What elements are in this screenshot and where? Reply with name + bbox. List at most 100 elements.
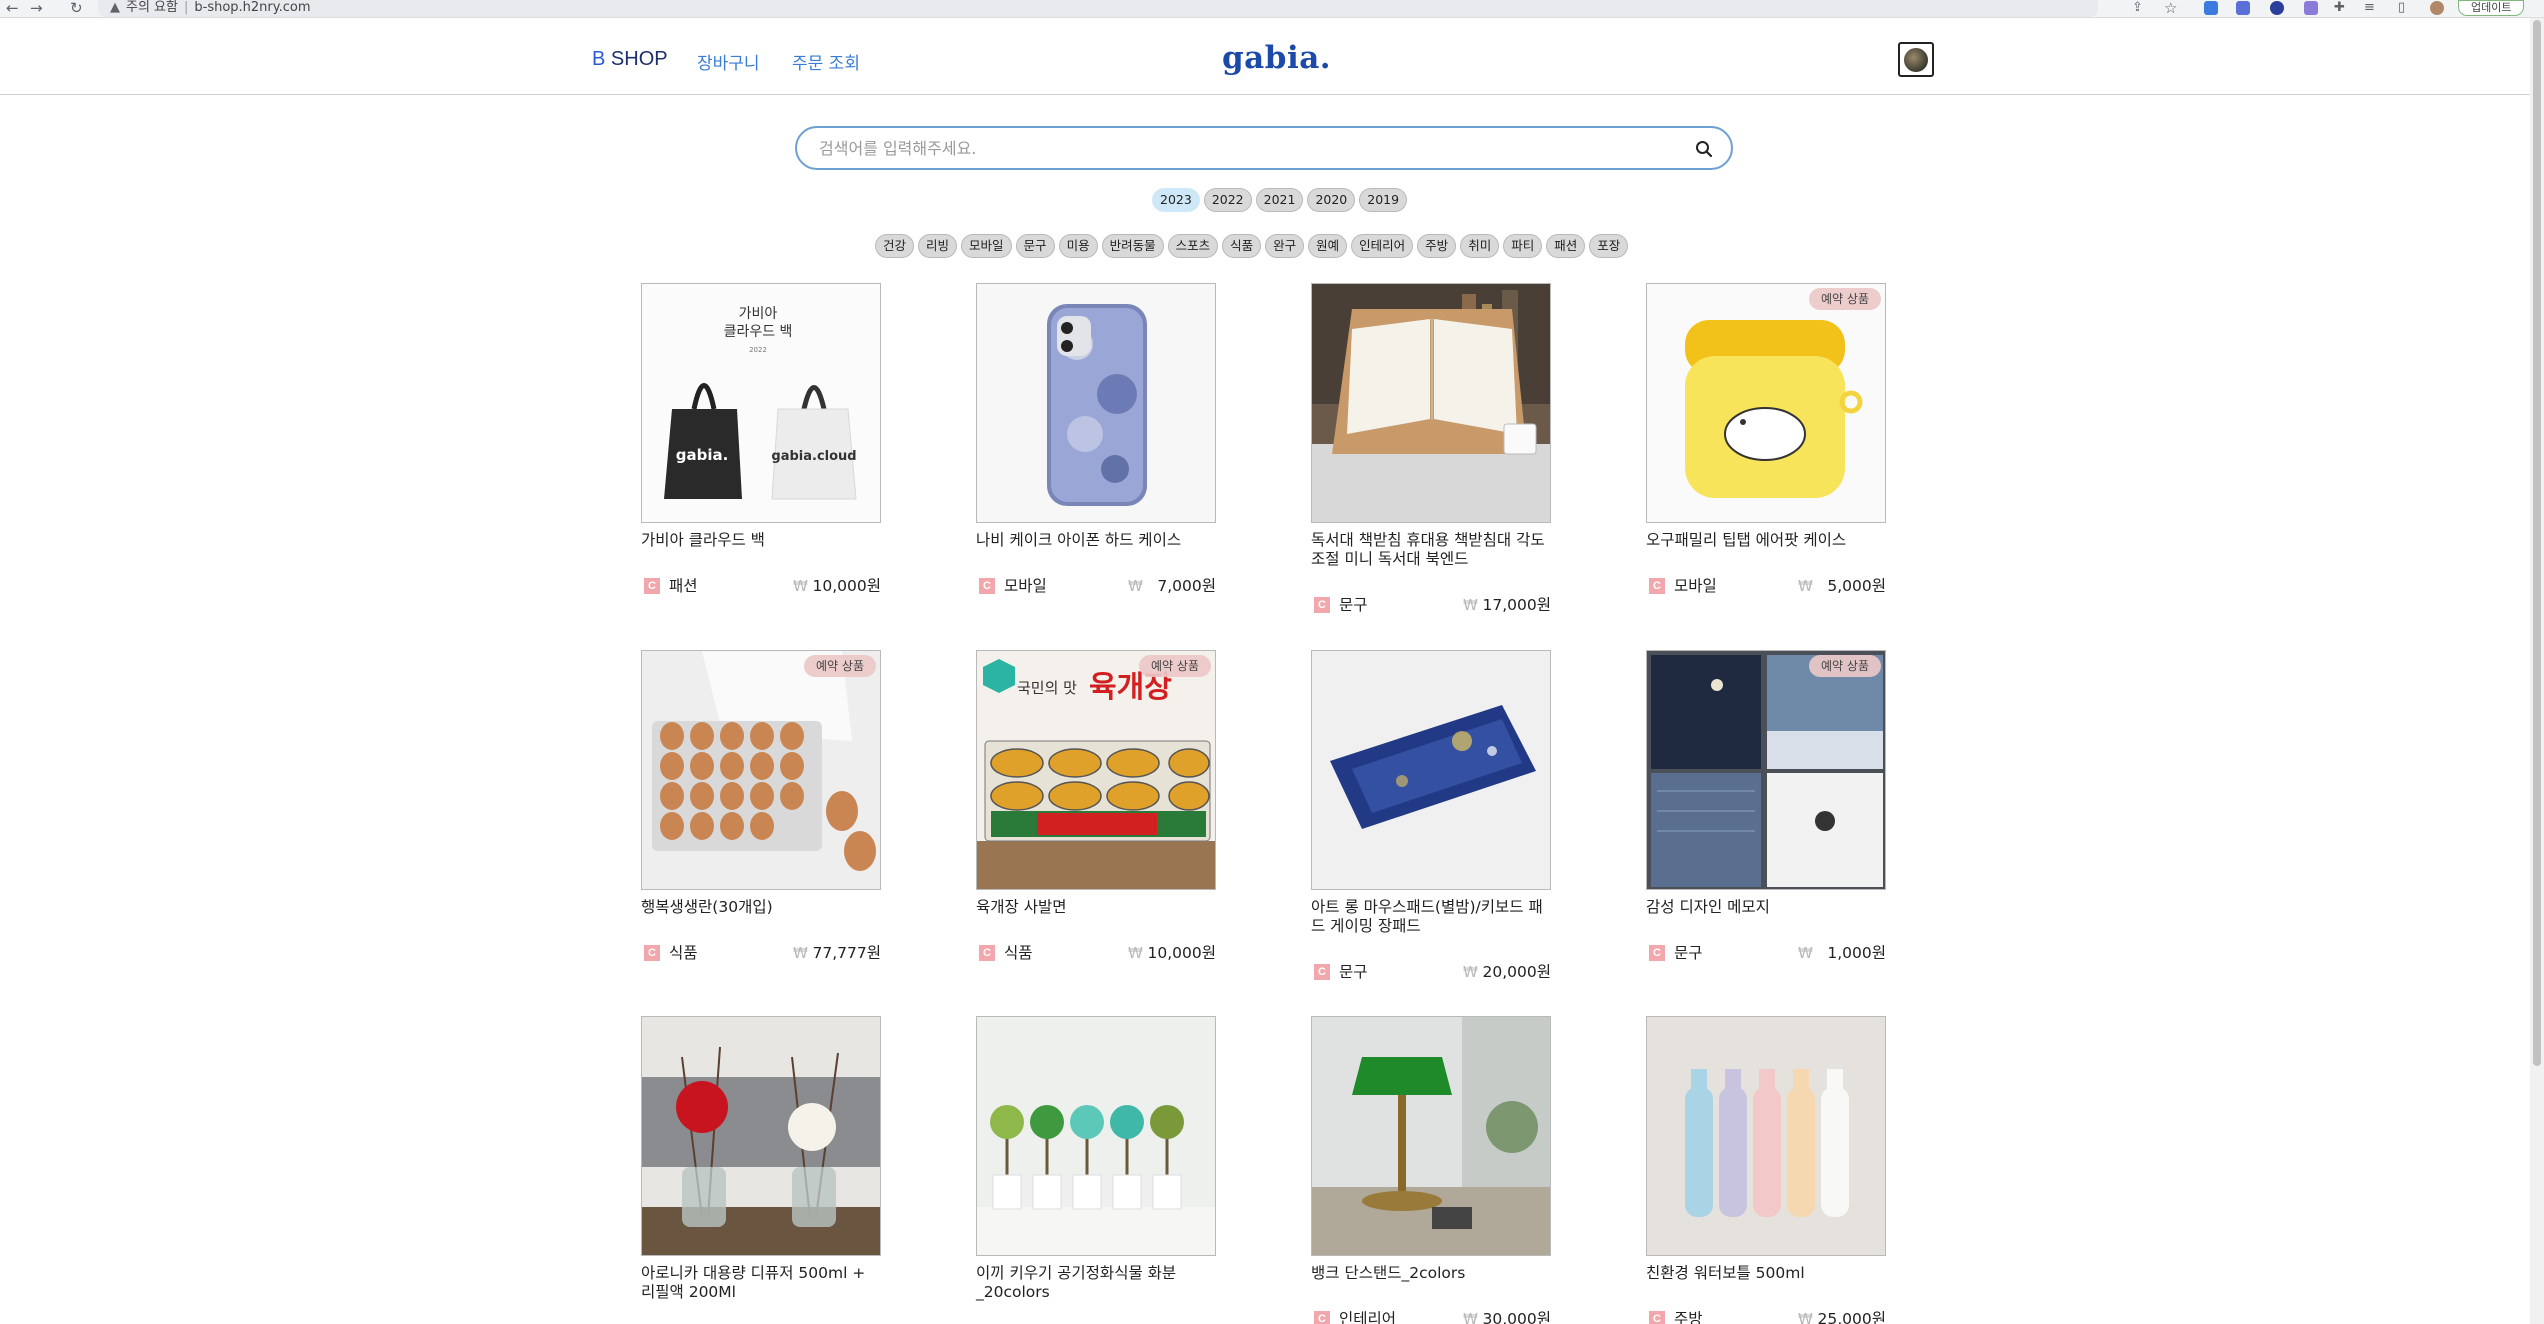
- product-name[interactable]: 나비 케이크 아이폰 하드 케이스: [976, 531, 1216, 550]
- product-name[interactable]: 오구패밀리 팁탭 에어팟 케이스: [1646, 531, 1886, 550]
- forward-icon[interactable]: →: [30, 0, 43, 18]
- product-name[interactable]: 독서대 책받침 휴대용 책받침대 각도조절 미니 독서대 북엔드: [1311, 531, 1551, 569]
- address-separator: |: [183, 0, 189, 15]
- product-name[interactable]: 감성 디자인 메모지: [1646, 898, 1886, 917]
- scrollbar-thumb[interactable]: [2533, 20, 2541, 1066]
- category-icon: C: [1649, 945, 1665, 961]
- product-image-mousepad[interactable]: [1311, 650, 1551, 890]
- year-pill-2021[interactable]: 2021: [1255, 188, 1304, 212]
- extension-translate-icon[interactable]: [2204, 1, 2218, 15]
- site-header: B SHOP 장바구니 주문 조회 gabia.: [0, 18, 2544, 95]
- category-icon: C: [979, 578, 995, 594]
- category-tag[interactable]: 취미: [1460, 234, 1500, 258]
- product-price: 1,000원: [1827, 944, 1886, 962]
- product-meta: C 패션 ₩ 10,000원: [641, 576, 881, 596]
- category-tag[interactable]: 원예: [1308, 234, 1348, 258]
- nav-cart-link[interactable]: 장바구니: [697, 49, 760, 74]
- product-category: 모바일: [1004, 577, 1047, 595]
- product-image-airpods-case[interactable]: 예약 상품: [1646, 283, 1886, 523]
- product-image-eggs[interactable]: 예약 상품: [641, 650, 881, 890]
- address-bar[interactable]: ▲ 주의 요함 | b-shop.h2nry.com: [98, 0, 2098, 17]
- nav-order-lookup-link[interactable]: 주문 조회: [792, 49, 860, 74]
- product-card[interactable]: 뱅크 단스탠드_2colors C 인테리어 ₩ 30,000원: [1311, 1016, 1551, 1324]
- category-tag[interactable]: 패션: [1546, 234, 1586, 258]
- browser-toolbar: ← → ↻ ▲ 주의 요함 | b-shop.h2nry.com ⇪ ☆ ✚ ≡ ▯ …: [0, 0, 2544, 18]
- profile-avatar-icon[interactable]: [2430, 1, 2444, 15]
- category-tag[interactable]: 리빙: [918, 234, 958, 258]
- product-image-water-bottle[interactable]: [1646, 1016, 1886, 1256]
- search-icon[interactable]: [1695, 140, 1713, 158]
- product-meta: C 식품 ₩ 77,777원: [641, 943, 881, 963]
- category-tag[interactable]: 미용: [1058, 234, 1098, 258]
- share-icon[interactable]: ⇪: [2132, 0, 2143, 18]
- category-tag[interactable]: 완구: [1265, 234, 1305, 258]
- brand-link[interactable]: B SHOP: [592, 48, 668, 71]
- profile-avatar: [1904, 48, 1928, 72]
- product-name[interactable]: 육개장 사발면: [976, 898, 1216, 917]
- product-card[interactable]: 예약 상품 오구패밀리 팁탭 에어팟 케이스 C 모바일 ₩ 5,000원: [1646, 283, 1886, 623]
- product-name[interactable]: 친환경 워터보틀 500ml: [1646, 1264, 1886, 1283]
- extensions-puzzle-icon[interactable]: ✚: [2334, 0, 2345, 18]
- extension-check-icon[interactable]: [2270, 1, 2284, 15]
- product-category: 인테리어: [1339, 1310, 1397, 1324]
- profile-button[interactable]: [1898, 42, 1934, 77]
- reading-list-icon[interactable]: ≡: [2364, 0, 2375, 18]
- product-image-yukgaejang[interactable]: 국민의 맛 육개장 예약 상품: [976, 650, 1216, 890]
- product-image-moss-planter[interactable]: [976, 1016, 1216, 1256]
- product-card[interactable]: 예약 상품 감성 디자인 메모지 C 문구 ₩ 1,000원: [1646, 650, 1886, 990]
- product-image-diffuser[interactable]: [641, 1016, 881, 1256]
- bookmark-star-icon[interactable]: ☆: [2164, 0, 2177, 18]
- product-card[interactable]: 독서대 책받침 휴대용 책받침대 각도조절 미니 독서대 북엔드 C 문구 ₩ …: [1311, 283, 1551, 623]
- category-tag[interactable]: 파티: [1503, 234, 1543, 258]
- product-name[interactable]: 아트 롱 마우스패드(별밤)/키보드 패드 게이밍 장패드: [1311, 898, 1551, 936]
- product-price: 20,000원: [1482, 963, 1552, 981]
- category-tag[interactable]: 건강: [875, 234, 915, 258]
- category-tag[interactable]: 포장: [1589, 234, 1629, 258]
- extension-pen-icon[interactable]: [2304, 1, 2318, 15]
- product-card[interactable]: 국민의 맛 육개장 예약 상품 육개장 사발면 C 식품 ₩ 10,000원: [976, 650, 1216, 990]
- product-category: 문구: [1339, 596, 1368, 614]
- update-button[interactable]: 업데이트: [2458, 0, 2525, 16]
- product-image-tote-bag[interactable]: 가비아 클라우드 백 2022 gabia. gabia.cloud: [641, 283, 881, 523]
- product-name[interactable]: 행복생생란(30개입): [641, 898, 881, 917]
- product-name[interactable]: 이끼 키우기 공기정화식물 화분 _20colors: [976, 1264, 1216, 1302]
- product-image-phone-case[interactable]: [976, 283, 1216, 523]
- category-tag[interactable]: 스포츠: [1167, 234, 1219, 258]
- year-pill-2020[interactable]: 2020: [1307, 188, 1356, 212]
- extension-icon[interactable]: [2236, 1, 2250, 15]
- product-name[interactable]: 가비아 클라우드 백: [641, 531, 881, 550]
- back-icon[interactable]: ←: [6, 0, 19, 18]
- product-meta: C 문구 ₩ 1,000원: [1646, 943, 1886, 963]
- category-icon: C: [1649, 578, 1665, 594]
- search-bar: [795, 126, 1733, 170]
- year-pill-2022[interactable]: 2022: [1203, 188, 1252, 212]
- product-image-memo-pad[interactable]: 예약 상품: [1646, 650, 1886, 890]
- reload-icon[interactable]: ↻: [70, 0, 83, 18]
- product-card[interactable]: 나비 케이크 아이폰 하드 케이스 C 모바일 ₩ 7,000원: [976, 283, 1216, 623]
- product-card[interactable]: 이끼 키우기 공기정화식물 화분 _20colors: [976, 1016, 1216, 1324]
- won-icon: ₩: [1463, 963, 1478, 981]
- category-tag[interactable]: 반려동물: [1101, 234, 1164, 258]
- product-category: 주방: [1674, 1310, 1703, 1324]
- product-card[interactable]: 가비아 클라우드 백 2022 gabia. gabia.cloud 가비아 클…: [641, 283, 881, 623]
- gabia-logo[interactable]: gabia.: [1222, 40, 1331, 76]
- category-tag[interactable]: 식품: [1222, 234, 1262, 258]
- product-name[interactable]: 아로니카 대용량 디퓨저 500ml + 리필액 200Ml: [641, 1264, 881, 1302]
- product-image-bank-lamp[interactable]: [1311, 1016, 1551, 1256]
- product-card[interactable]: 예약 상품 행복생생란(30개입) C 식품 ₩ 77,777원: [641, 650, 881, 990]
- product-image-book-stand[interactable]: [1311, 283, 1551, 523]
- search-input[interactable]: [819, 136, 1639, 160]
- product-card[interactable]: 아트 롱 마우스패드(별밤)/키보드 패드 게이밍 장패드 C 문구 ₩ 20,…: [1311, 650, 1551, 990]
- year-pill-2019[interactable]: 2019: [1359, 188, 1408, 212]
- category-tag[interactable]: 인테리어: [1351, 234, 1414, 258]
- year-pill-2023[interactable]: 2023: [1152, 188, 1200, 212]
- category-tag[interactable]: 문구: [1015, 234, 1055, 258]
- product-category: 문구: [1339, 963, 1368, 981]
- product-card[interactable]: 아로니카 대용량 디퓨저 500ml + 리필액 200Ml: [641, 1016, 881, 1324]
- category-tag[interactable]: 주방: [1417, 234, 1457, 258]
- won-icon: ₩: [793, 944, 808, 962]
- side-panel-icon[interactable]: ▯: [2398, 0, 2405, 18]
- category-tag[interactable]: 모바일: [961, 234, 1012, 258]
- product-name[interactable]: 뱅크 단스탠드_2colors: [1311, 1264, 1551, 1283]
- product-card[interactable]: 친환경 워터보틀 500ml C 주방 ₩ 25,000원: [1646, 1016, 1886, 1324]
